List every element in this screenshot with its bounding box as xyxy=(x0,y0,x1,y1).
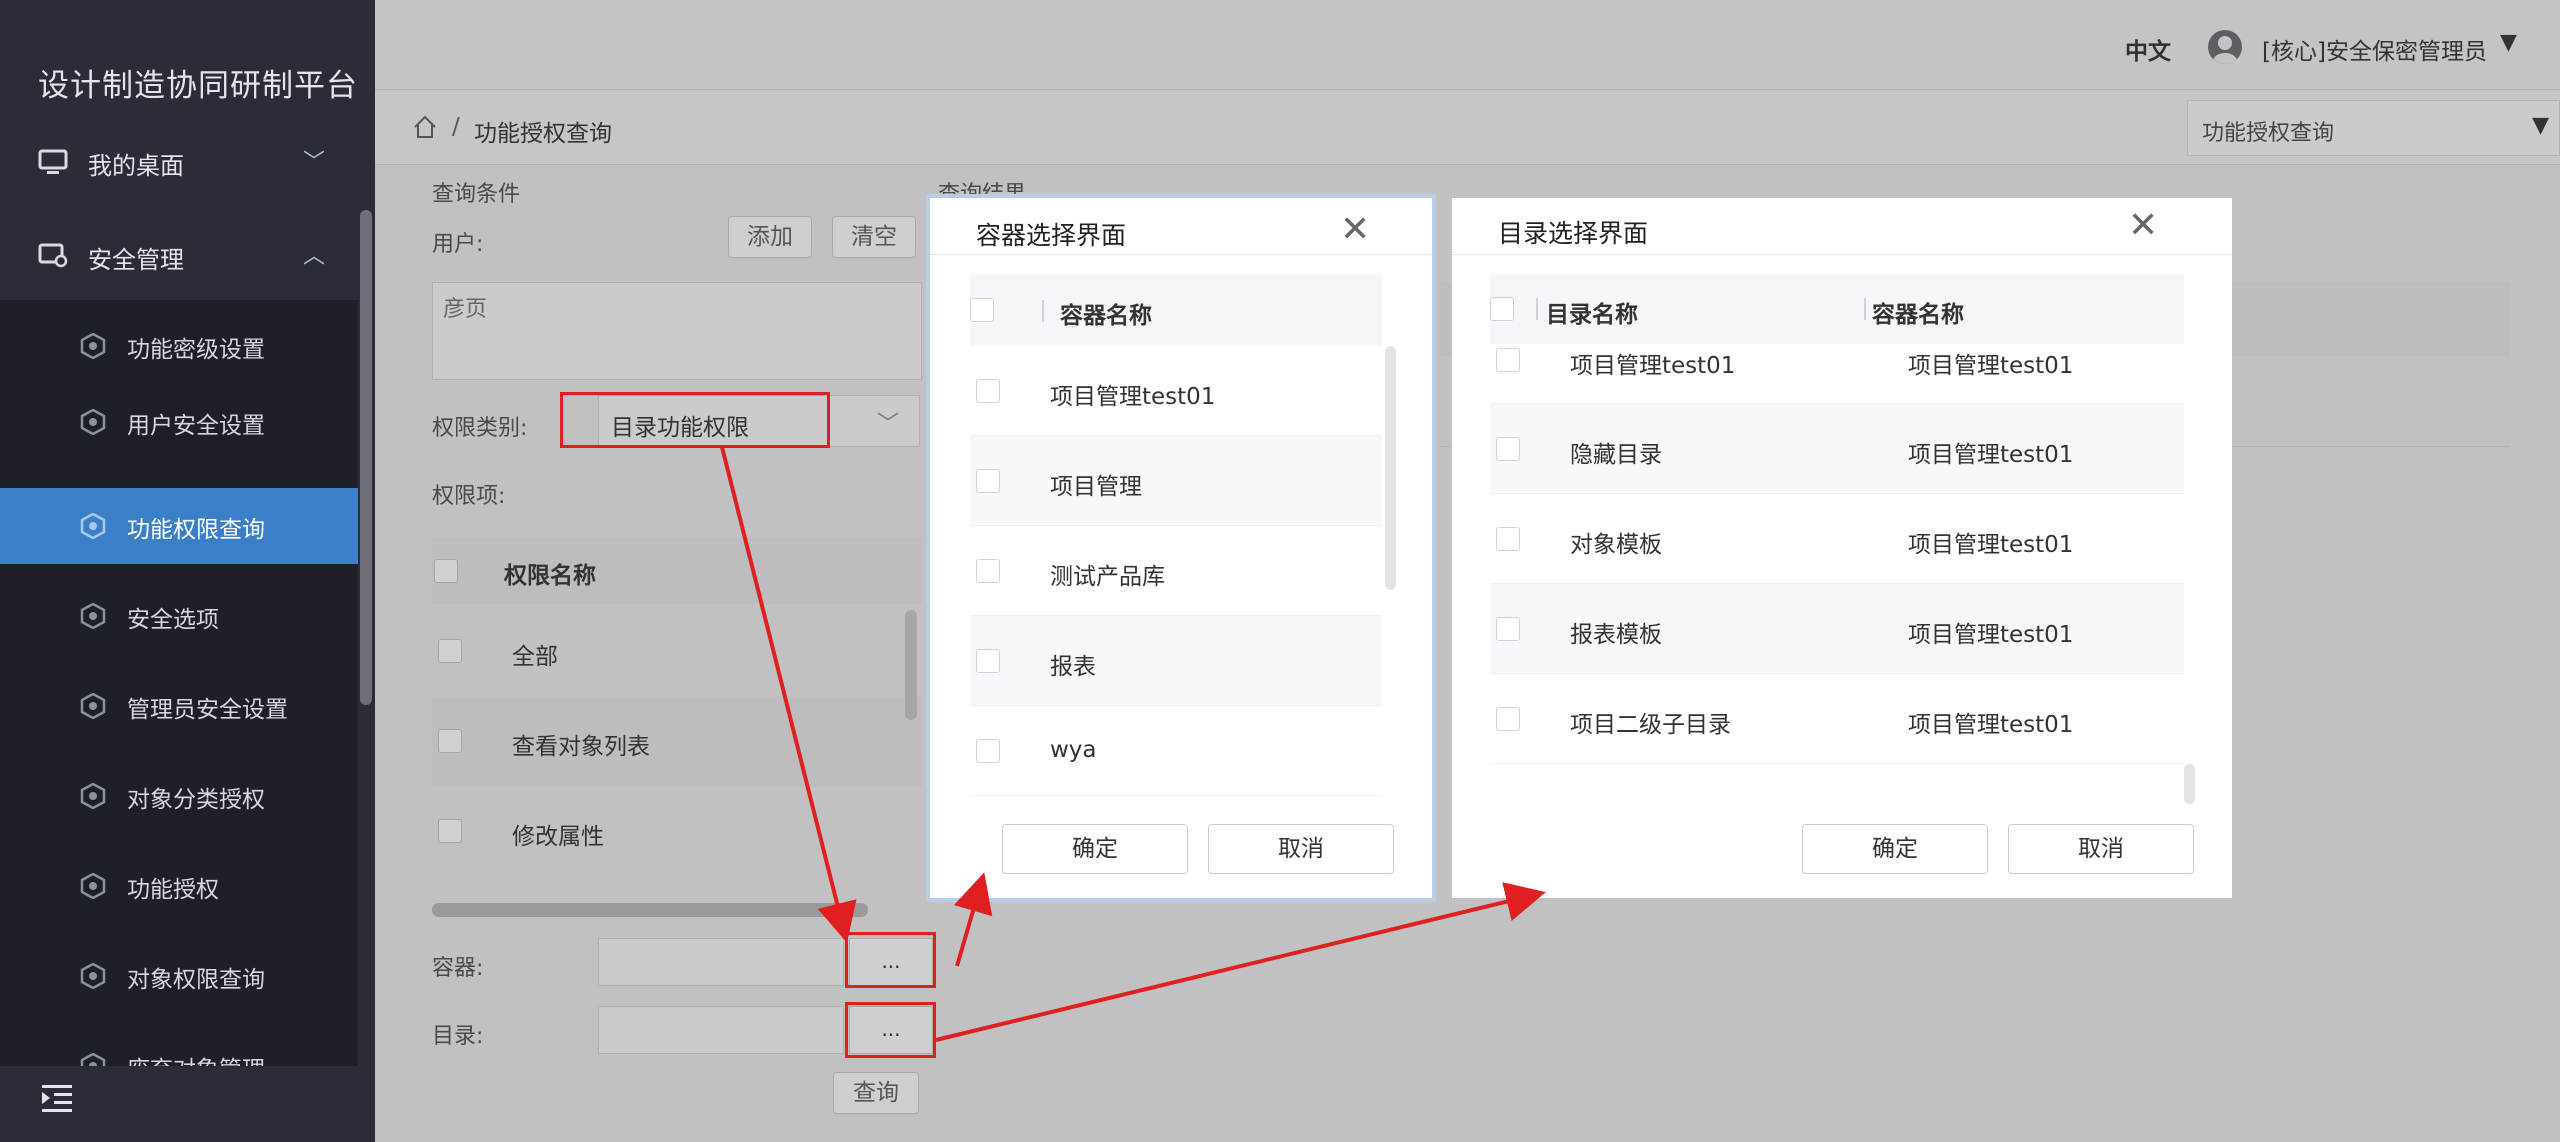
annotation-arrow-to-directory-dialog xyxy=(935,882,1546,1042)
annotation-arrow-to-container-dialog xyxy=(953,872,993,967)
annotation-arrow-to-container-button xyxy=(720,446,857,943)
annotation-arrows xyxy=(720,446,1546,1042)
